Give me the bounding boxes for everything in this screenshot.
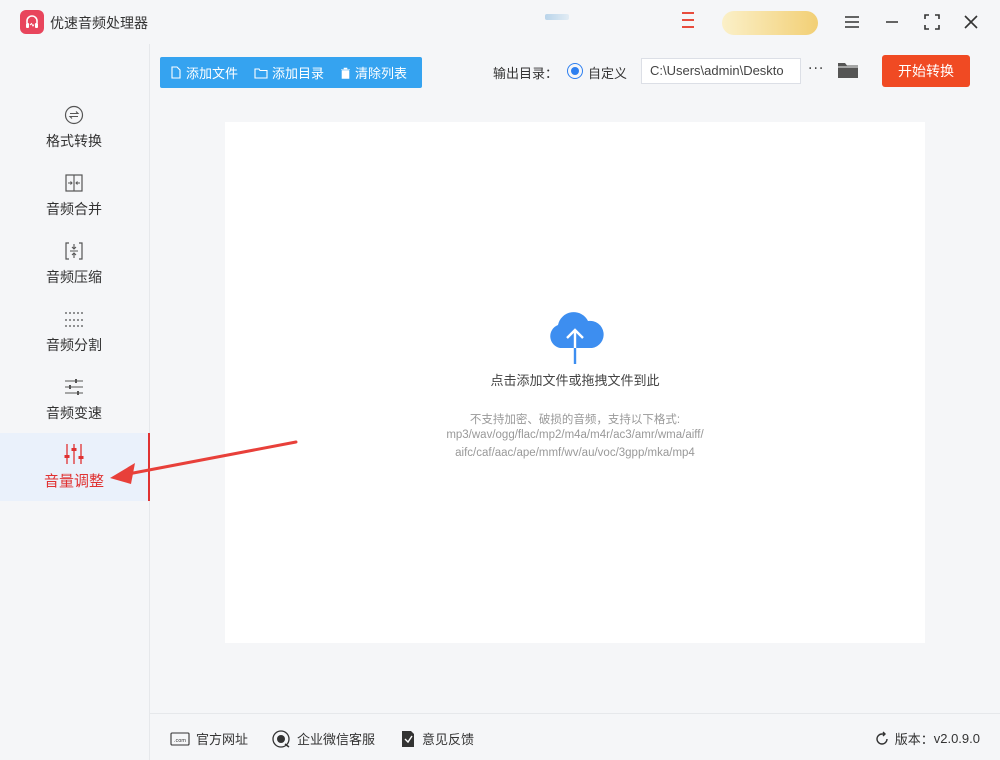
wechat-service-label: 企业微信客服 — [297, 733, 376, 748]
refresh-icon — [876, 731, 888, 745]
open-folder-icon[interactable] — [837, 61, 859, 81]
merge-icon — [63, 172, 85, 194]
compress-icon — [63, 240, 85, 262]
file-icon — [171, 66, 181, 79]
sidebar-item-label: 音频压缩 — [46, 269, 102, 286]
website-icon: .com — [170, 731, 190, 746]
add-folder-button[interactable]: 添加目录 — [254, 63, 324, 82]
menu-icon[interactable] — [840, 10, 864, 34]
feedback-link[interactable]: 意见反馈 — [400, 729, 474, 748]
custom-radio[interactable] — [567, 63, 583, 79]
title-bar: 优速音频处理器 — [0, 0, 1000, 44]
swap-circle-icon — [63, 104, 85, 126]
feedback-label: 意见反馈 — [422, 733, 475, 748]
trash-icon — [341, 67, 351, 79]
sidebar-item-audio-split[interactable]: 音频分割 — [0, 297, 148, 365]
add-file-button[interactable]: 添加文件 — [170, 63, 238, 82]
speed-sliders-icon — [63, 376, 85, 398]
official-website-link[interactable]: .com 官方网址 — [170, 729, 248, 748]
promo-flag-icon[interactable] — [682, 12, 694, 32]
more-options-button[interactable]: ··· — [808, 61, 826, 81]
custom-radio-label[interactable]: 自定义 — [588, 63, 627, 82]
footer: .com 官方网址 企业微信客服 意见反馈 版本： v2.0.9.0 — [150, 713, 1000, 760]
sidebar-item-audio-speed[interactable]: 音频变速 — [0, 365, 148, 433]
drop-hint-text: 点击添加文件或拖拽文件到此 — [490, 374, 660, 389]
wechat-service-link[interactable]: 企业微信客服 — [272, 729, 375, 748]
formats-intro: 不支持加密、破损的音频，支持以下格式: — [469, 414, 681, 426]
feedback-icon — [402, 730, 414, 747]
sidebar-item-label: 音量调整 — [43, 472, 104, 490]
sidebar: 格式转换 音频合并 音频压缩 音频分割 音频变速 音量调整 — [0, 44, 150, 760]
clear-list-label: 清除列表 — [355, 67, 408, 82]
version-label: 版本： — [894, 733, 934, 748]
promo-badge[interactable] — [545, 14, 569, 20]
output-path-field[interactable]: C:\Users\admin\Deskto — [641, 58, 801, 84]
volume-sliders-icon — [63, 443, 85, 465]
sidebar-item-audio-compress[interactable]: 音频压缩 — [0, 229, 148, 297]
maximize-icon[interactable] — [920, 10, 944, 34]
clear-list-button[interactable]: 清除列表 — [340, 63, 407, 82]
folder-outline-icon — [254, 67, 268, 79]
sidebar-item-format-convert[interactable]: 格式转换 — [0, 93, 148, 161]
sidebar-item-label: 音频分割 — [46, 337, 102, 354]
formats-list-line2: aifc/caf/aac/ape/mmf/wv/au/voc/3gpp/mka/… — [455, 447, 695, 459]
wechat-icon — [272, 729, 290, 748]
output-dir-label: 输出目录： — [493, 67, 559, 82]
file-action-group: 添加文件 添加目录 清除列表 — [160, 57, 422, 88]
sidebar-item-label: 音频合并 — [46, 201, 102, 218]
minimize-icon[interactable] — [880, 10, 904, 34]
sidebar-item-label: 格式转换 — [46, 133, 102, 150]
svg-text:.com: .com — [174, 738, 186, 744]
close-icon[interactable] — [959, 10, 983, 34]
version-number: v2.0.9.0 — [933, 731, 980, 746]
vip-badge[interactable] — [722, 11, 818, 35]
app-title: 优速音频处理器 — [50, 16, 148, 32]
cloud-upload-icon — [550, 312, 604, 364]
file-drop-zone[interactable]: 点击添加文件或拖拽文件到此 不支持加密、破损的音频，支持以下格式: mp3/wa… — [225, 122, 925, 643]
active-indicator — [148, 433, 150, 501]
version-info[interactable]: 版本： v2.0.9.0 — [874, 729, 980, 748]
sidebar-item-volume-adjust[interactable]: 音量调整 — [0, 433, 150, 501]
add-folder-label: 添加目录 — [272, 67, 325, 82]
add-file-label: 添加文件 — [186, 67, 239, 82]
official-website-label: 官方网址 — [196, 733, 249, 748]
start-convert-button[interactable]: 开始转换 — [882, 55, 970, 87]
app-logo-icon — [20, 10, 44, 34]
sidebar-item-audio-merge[interactable]: 音频合并 — [0, 161, 148, 229]
sidebar-item-label: 音频变速 — [46, 405, 102, 422]
formats-list-line1: mp3/wav/ogg/flac/mp2/m4a/m4r/ac3/amr/wma… — [446, 429, 704, 441]
split-icon — [63, 308, 85, 330]
